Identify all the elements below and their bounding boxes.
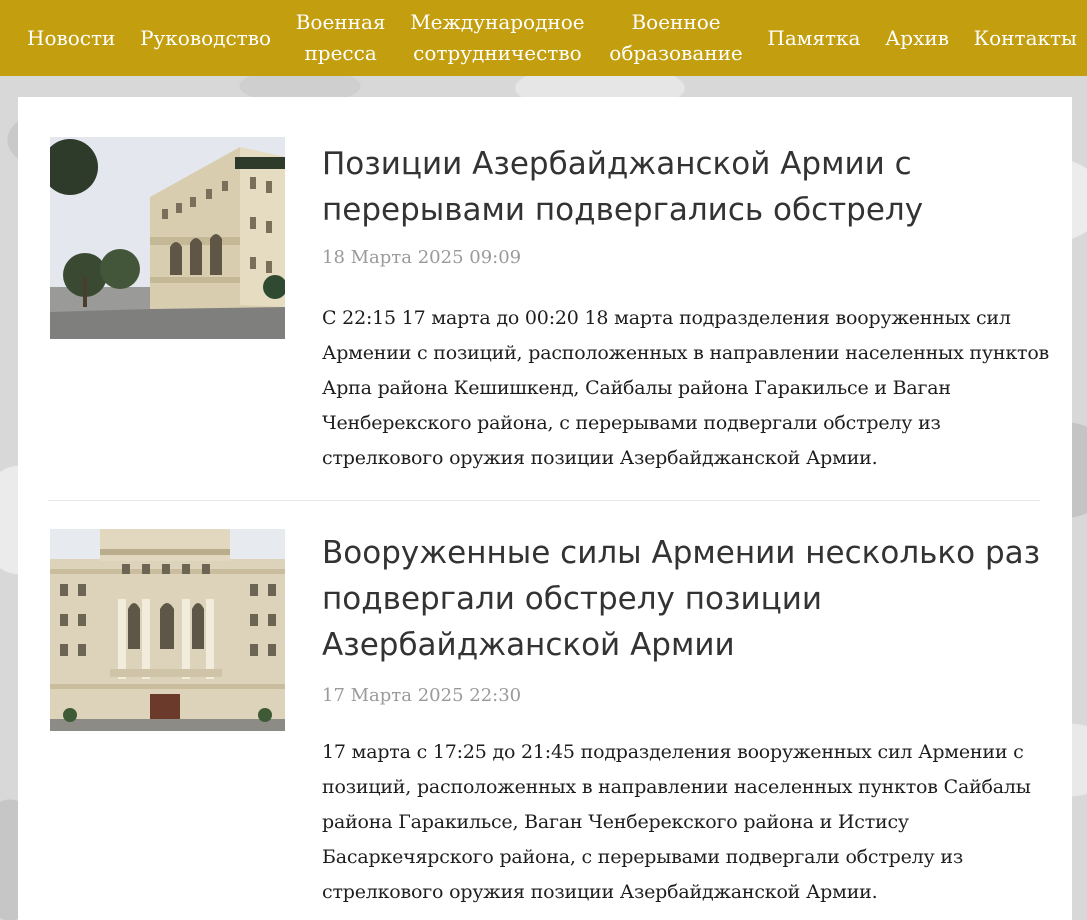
nav-item-international-cooperation[interactable]: Международное сотрудничество xyxy=(410,7,584,69)
article-divider xyxy=(48,500,1040,501)
nav-item-archive[interactable]: Архив xyxy=(885,23,949,54)
ministry-building-front-photo-icon xyxy=(50,529,285,731)
news-excerpt: 17 марта с 17:25 до 21:45 подразделения … xyxy=(322,741,1031,903)
news-excerpt: С 22:15 17 марта до 00:20 18 марта подра… xyxy=(322,307,1050,469)
nav-item-news[interactable]: Новости xyxy=(27,23,115,54)
ministry-building-angled-photo-icon xyxy=(50,137,285,339)
news-title[interactable]: Вооруженные силы Армении несколько раз п… xyxy=(322,530,1042,668)
top-navigation: Новости Руководство Военная пресса Между… xyxy=(0,0,1087,76)
nav-item-contacts[interactable]: Контакты xyxy=(974,23,1077,54)
news-date: 17 Марта 2025 22:30 xyxy=(322,685,522,706)
nav-item-leadership[interactable]: Руководство xyxy=(140,23,271,54)
nav-item-military-education[interactable]: Военное образование xyxy=(609,7,742,69)
news-thumbnail[interactable] xyxy=(50,137,285,339)
nav-item-memo[interactable]: Памятка xyxy=(767,23,860,54)
nav-item-military-press[interactable]: Военная пресса xyxy=(296,7,386,69)
news-date: 18 Марта 2025 09:09 xyxy=(322,247,522,268)
news-thumbnail[interactable] xyxy=(50,529,285,731)
news-list-panel: Позиции Азербайджанской Армии с перерыва… xyxy=(18,97,1072,920)
news-title[interactable]: Позиции Азербайджанской Армии с перерыва… xyxy=(322,141,1042,233)
